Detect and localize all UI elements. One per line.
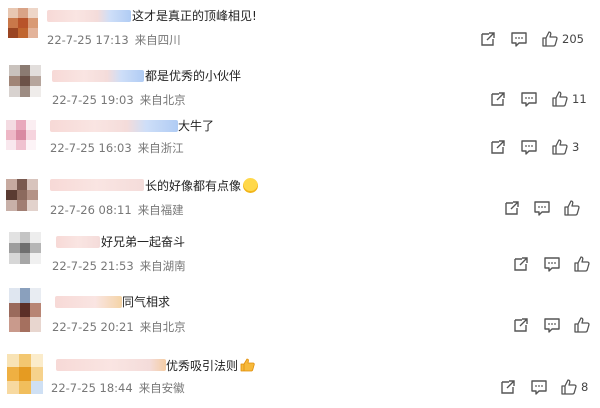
- comment-text: 同气相求: [122, 295, 171, 309]
- comment-meta: 22-7-25 21:53 来自湖南: [52, 258, 186, 274]
- comment-date: 22-7-25 21:53: [52, 259, 134, 273]
- avatar[interactable]: [9, 232, 41, 264]
- comment-meta: 22-7-25 16:03 来自浙江: [50, 140, 184, 156]
- comment-location: 来自浙江: [137, 141, 184, 155]
- comment-icon[interactable]: [510, 30, 528, 48]
- comment-text-content: 优秀吸引法则: [166, 359, 239, 373]
- comment-item: 优秀吸引法则 22-7-25 18:44 来自安徽 8: [0, 350, 600, 404]
- avatar[interactable]: [9, 288, 41, 332]
- comment-text-content: 长的好像都有点像: [145, 179, 242, 193]
- comment-location: 来自福建: [137, 203, 184, 217]
- comment-icon[interactable]: [520, 138, 538, 156]
- like-icon[interactable]: [573, 316, 591, 334]
- comment-location: 来自北京: [139, 320, 186, 334]
- comment-item: 都是优秀的小伙伴 22-7-25 19:03 来自北京 11: [0, 57, 600, 111]
- like-icon[interactable]: [551, 138, 569, 156]
- like-icon[interactable]: [541, 30, 559, 48]
- comment-meta: 22-7-25 19:03 来自北京: [52, 92, 186, 108]
- comment-location: 来自安徽: [138, 381, 185, 395]
- comment-date: 22-7-25 17:13: [47, 33, 129, 47]
- comment-date: 22-7-25 16:03: [50, 141, 132, 155]
- comment-meta: 22-7-25 18:44 来自安徽: [51, 380, 185, 396]
- share-icon[interactable]: [479, 30, 497, 48]
- comment-icon[interactable]: [543, 316, 561, 334]
- comment-text: 长的好像都有点像: [145, 178, 259, 193]
- like-icon[interactable]: [563, 199, 581, 217]
- share-icon[interactable]: [512, 316, 530, 334]
- comment-item: 这才是真正的顶峰相见! 22-7-25 17:13 来自四川 205: [0, 0, 600, 54]
- comment-icon[interactable]: [543, 255, 561, 273]
- like-count: 3: [572, 140, 580, 154]
- avatar[interactable]: [8, 8, 38, 38]
- blurred-username: [55, 296, 122, 308]
- comment-text: 大牛了: [178, 119, 215, 133]
- blurred-username: [56, 236, 100, 248]
- comment-icon[interactable]: [520, 90, 538, 108]
- comment-date: 22-7-25 19:03: [52, 93, 134, 107]
- comment-location: 来自四川: [134, 33, 181, 47]
- blurred-username: [50, 120, 178, 132]
- avatar[interactable]: [6, 179, 38, 211]
- comment-item: 同气相求 22-7-25 20:21 来自北京: [0, 286, 600, 340]
- comment-meta: 22-7-25 20:21 来自北京: [52, 319, 186, 335]
- like-icon[interactable]: [560, 378, 578, 396]
- share-icon[interactable]: [489, 90, 507, 108]
- avatar[interactable]: [7, 354, 43, 394]
- comment-item: 好兄弟一起奋斗 22-7-25 21:53 来自湖南: [0, 228, 600, 282]
- comment-location: 来自湖南: [139, 259, 186, 273]
- comment-icon[interactable]: [533, 199, 551, 217]
- comment-location: 来自北京: [139, 93, 186, 107]
- like-count: 11: [572, 92, 587, 106]
- thumbs-up-emoji-icon: [240, 358, 256, 372]
- comment-date: 22-7-26 08:11: [50, 203, 132, 217]
- comment-item: 大牛了 22-7-25 16:03 来自浙江 3: [0, 114, 600, 168]
- like-count: 205: [562, 32, 584, 46]
- comment-text: 好兄弟一起奋斗: [101, 235, 186, 249]
- avatar[interactable]: [6, 120, 36, 150]
- comment-item: 长的好像都有点像 22-7-26 08:11 来自福建: [0, 171, 600, 225]
- comment-icon[interactable]: [530, 378, 548, 396]
- comment-date: 22-7-25 18:44: [51, 381, 133, 395]
- share-icon[interactable]: [503, 199, 521, 217]
- comment-text: 优秀吸引法则: [166, 358, 256, 373]
- comment-text: 都是优秀的小伙伴: [145, 69, 242, 83]
- share-icon[interactable]: [489, 138, 507, 156]
- share-icon[interactable]: [512, 255, 530, 273]
- laughing-emoji-icon: [243, 178, 259, 193]
- avatar[interactable]: [9, 65, 41, 97]
- like-icon[interactable]: [573, 255, 591, 273]
- share-icon[interactable]: [499, 378, 517, 396]
- like-count: 8: [581, 380, 589, 394]
- comment-meta: 22-7-25 17:13 来自四川: [47, 32, 181, 48]
- comment-meta: 22-7-26 08:11 来自福建: [50, 202, 184, 218]
- like-icon[interactable]: [551, 90, 569, 108]
- comment-text: 这才是真正的顶峰相见!: [132, 9, 257, 23]
- comment-date: 22-7-25 20:21: [52, 320, 134, 334]
- blurred-username: [56, 359, 166, 371]
- blurred-username: [52, 70, 144, 82]
- blurred-username: [47, 10, 131, 22]
- blurred-username: [50, 179, 144, 191]
